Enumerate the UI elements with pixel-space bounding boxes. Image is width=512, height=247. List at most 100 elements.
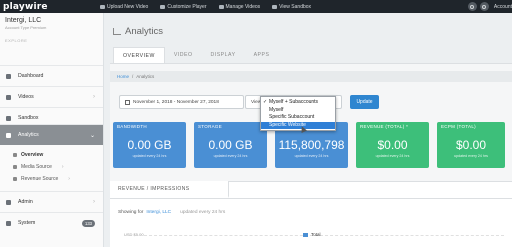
sidebar-sub-label: Revenue Source <box>21 176 59 182</box>
card-value: 0.00 GB <box>127 138 172 152</box>
sidebar: Intergi, LLC Account Type Premium EXPLOR… <box>0 13 104 247</box>
customize-player-label: Customize Player <box>167 3 207 10</box>
card-value: $0.00 <box>377 138 408 152</box>
card-sub: updated every 24 hrs <box>213 154 248 158</box>
sandbox-icon <box>6 115 11 121</box>
sidebar-sub-revenue-source[interactable]: Revenue Source › <box>13 176 70 182</box>
update-button[interactable]: Update <box>350 95 379 109</box>
legend-swatch <box>303 232 308 237</box>
analytics-tabs: OVERVIEW VIDEO DISPLAY APPS <box>113 47 278 64</box>
sidebar-item-label: Admin <box>18 199 33 205</box>
org-info: Intergi, LLC Account Type Premium <box>0 13 103 38</box>
sidebar-sub-label: Overview <box>21 152 44 158</box>
top-nav: Upload New Video Customize Player Manage… <box>100 4 311 10</box>
card-sub: updated every 24 hrs <box>294 154 329 158</box>
settings-button[interactable] <box>467 2 477 11</box>
bandwidth-card: BANDWIDTH 0.00 GB updated every 24 hrs <box>113 122 186 168</box>
analytics-icon <box>6 132 11 138</box>
sidebar-item-label: System <box>18 220 36 226</box>
overview-icon <box>13 153 17 157</box>
chevron-down-icon: ⌄ <box>89 132 95 139</box>
notifications-button[interactable] <box>479 2 489 11</box>
view-option-myself-subaccounts[interactable]: Myself + Subaccounts <box>261 99 335 107</box>
upload-icon <box>100 4 105 9</box>
date-range-value: November 1, 2018 - November 27, 2018 <box>133 99 219 105</box>
chart-legend[interactable]: Total <box>303 232 321 237</box>
account-menu[interactable]: Account <box>494 4 512 10</box>
showing-update-note: updated every 24 hrs <box>180 210 226 215</box>
card-label: BANDWIDTH <box>117 124 147 129</box>
sidebar-item-admin[interactable]: Admin › <box>0 191 103 212</box>
revenue-card: REVENUE (TOTAL) * $0.00 updated every 24… <box>356 122 429 168</box>
panel-divider <box>110 198 512 199</box>
tab-revenue-impressions[interactable]: REVENUE / IMPRESSIONS <box>110 181 229 198</box>
showing-for: Showing for Intergi, LLC updated every 2… <box>118 210 225 215</box>
org-name: Intergi, LLC <box>5 17 42 24</box>
bell-icon <box>482 4 487 9</box>
card-label: ECPM (TOTAL) <box>441 124 476 129</box>
page-title: Analytics <box>113 26 163 37</box>
card-sub: updated every 24 hrs <box>454 154 488 158</box>
breadcrumb: Home / Analytics <box>110 71 512 82</box>
org-account-type: Account Type Premium <box>5 25 47 30</box>
view-option-specific-website[interactable]: Specific Website <box>261 121 335 129</box>
sidebar-item-analytics[interactable]: Analytics ⌄ <box>0 124 103 145</box>
card-sub: updated every 24 hrs <box>375 154 410 158</box>
top-bar: playwire Upload New Video Customize Play… <box>0 0 512 13</box>
sidebar-item-label: Analytics <box>18 132 39 138</box>
page-title-text: Analytics <box>125 26 164 37</box>
card-value: 0.00 GB <box>208 138 253 152</box>
card-label: STORAGE <box>198 124 223 129</box>
media-source-icon <box>13 165 17 169</box>
videos-icon <box>218 4 224 9</box>
breadcrumb-current: Analytics <box>136 74 155 79</box>
card-value: $0.00 <box>455 138 487 152</box>
ecpm-card: ECPM (TOTAL) $0.00 updated every 24 hrs <box>437 122 505 168</box>
chevron-right-icon: › <box>61 164 64 170</box>
manage-videos-link[interactable]: Manage Videos <box>218 3 261 10</box>
chevron-right-icon: › <box>68 176 70 182</box>
tab-display[interactable]: DISPLAY <box>202 47 245 64</box>
sidebar-item-system[interactable]: System 133 <box>0 212 103 233</box>
customize-player-link[interactable]: Customize Player <box>160 3 207 10</box>
sidebar-sub-overview[interactable]: Overview <box>13 152 43 158</box>
card-label: REVENUE (TOTAL) * <box>360 124 409 129</box>
system-icon <box>6 220 11 226</box>
sidebar-sub-media-source[interactable]: Media Source › <box>13 164 64 170</box>
tab-overview[interactable]: OVERVIEW <box>113 47 165 64</box>
view-dropdown-menu: Myself + Subaccounts Myself Specific Sub… <box>260 96 336 131</box>
upload-video-link[interactable]: Upload New Video <box>100 4 148 10</box>
player-icon <box>160 4 166 9</box>
breadcrumb-home[interactable]: Home <box>117 74 129 79</box>
chevron-right-icon: › <box>93 94 95 100</box>
view-option-myself[interactable]: Myself <box>261 107 335 115</box>
upload-video-label: Upload New Video <box>107 3 149 10</box>
sidebar-item-videos[interactable]: Videos › <box>0 86 103 107</box>
top-right-controls: Account <box>467 0 512 13</box>
dashboard-icon <box>6 73 11 79</box>
tab-video[interactable]: VIDEO <box>165 47 202 64</box>
date-range-picker[interactable]: November 1, 2018 - November 27, 2018 <box>119 95 244 109</box>
storage-card: STORAGE 0.00 GB updated every 24 hrs <box>194 122 267 168</box>
view-sandbox-link[interactable]: View Sandbox <box>272 4 311 10</box>
sidebar-sub-label: Media Source <box>21 164 52 170</box>
breadcrumb-separator: / <box>132 74 134 79</box>
card-value: 115,800,798 <box>278 138 345 152</box>
revenue-source-icon <box>13 177 17 181</box>
line-chart-icon <box>113 28 121 35</box>
chevron-right-icon: › <box>93 199 95 205</box>
legend-label: Total <box>311 232 321 237</box>
explore-label: EXPLORE <box>5 38 28 43</box>
card-sub: updated every 24 hrs <box>132 154 167 158</box>
calendar-icon <box>125 99 130 105</box>
sidebar-item-label: Sandbox <box>18 115 39 121</box>
playwire-logo[interactable]: playwire <box>0 2 100 12</box>
chart-y-axis-label: USD $5.00 <box>124 232 144 237</box>
view-option-specific-subaccount[interactable]: Specific Subaccount <box>261 114 335 122</box>
sandbox-icon <box>272 4 278 9</box>
manage-videos-label: Manage Videos <box>225 3 261 10</box>
chart-gridline <box>144 235 504 236</box>
tab-apps[interactable]: APPS <box>245 47 279 64</box>
showing-account-link[interactable]: Intergi, LLC <box>146 210 171 215</box>
sidebar-item-dashboard[interactable]: Dashboard <box>0 65 103 86</box>
